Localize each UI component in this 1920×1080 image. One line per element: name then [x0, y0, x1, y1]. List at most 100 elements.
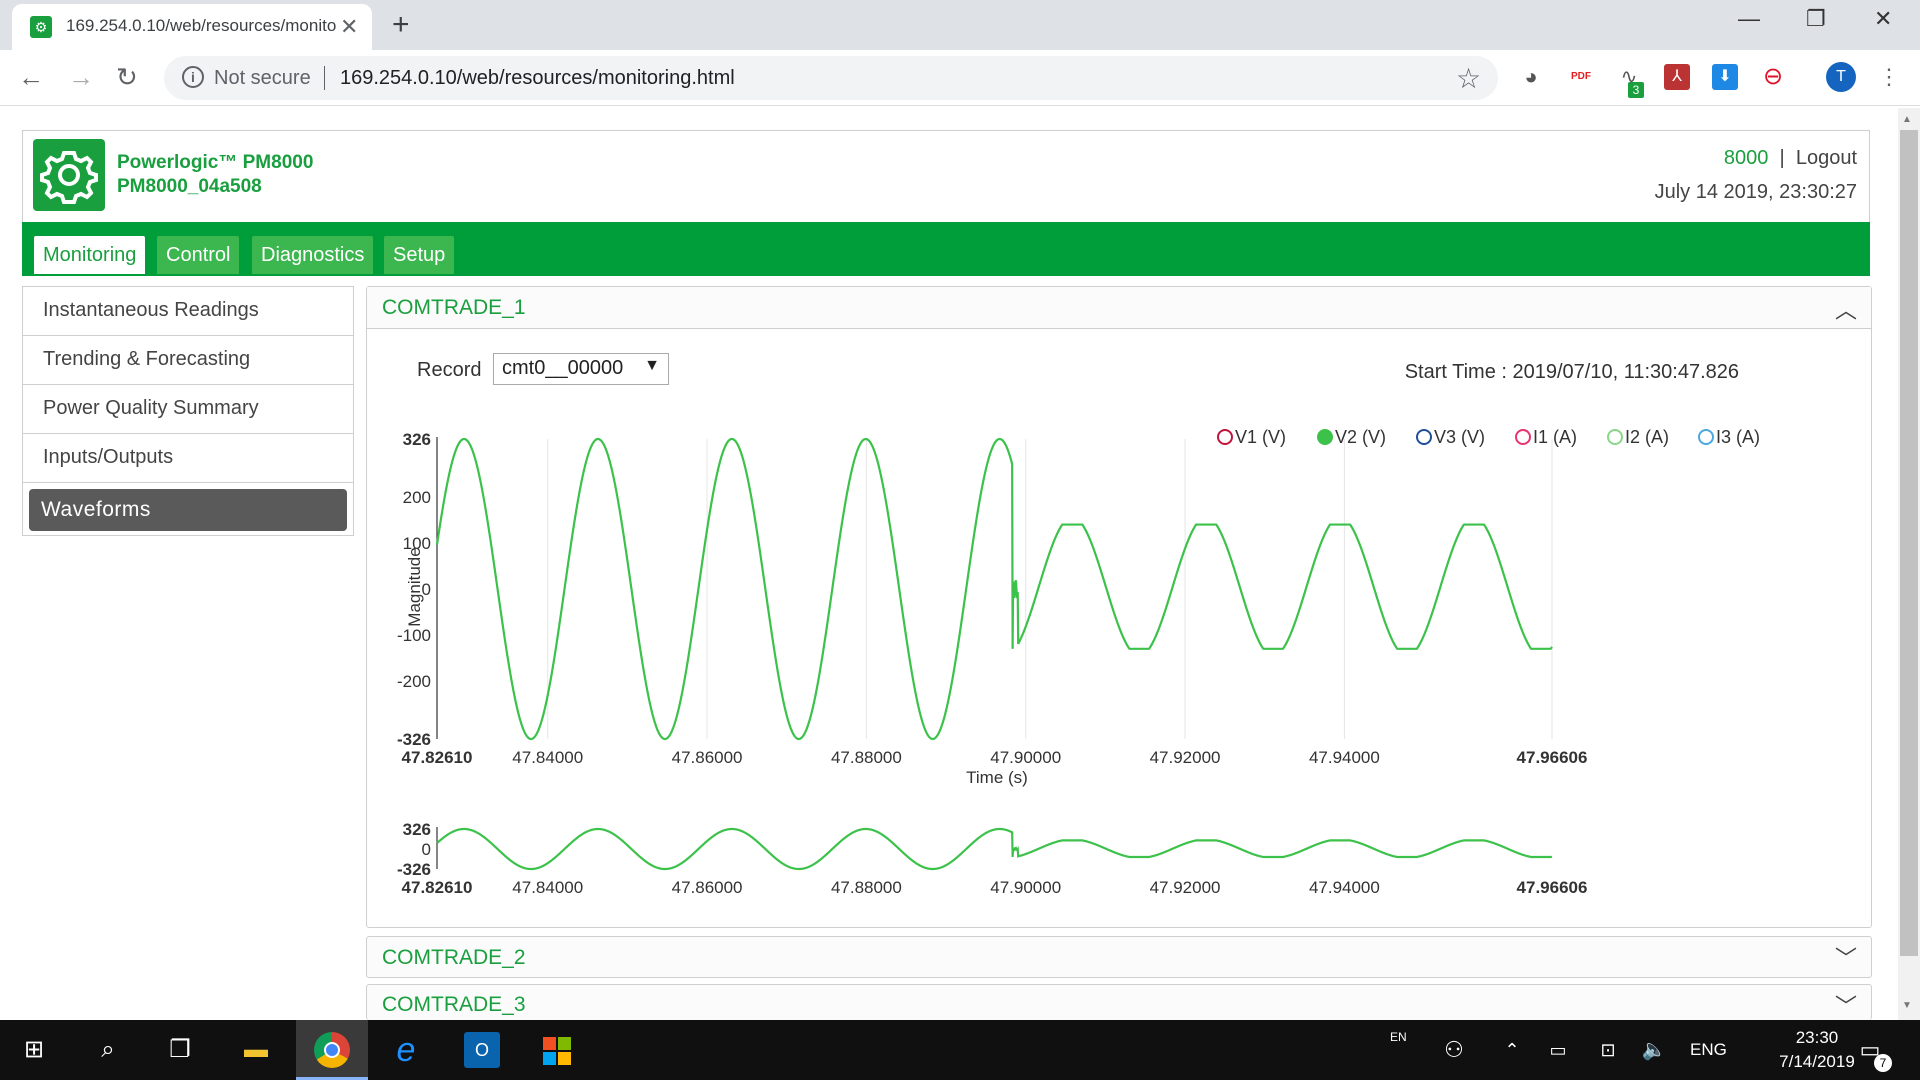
- product-info: Powerlogic™ PM8000 PM8000_04a508: [117, 151, 313, 199]
- chrome-taskbar-item[interactable]: [296, 1020, 368, 1080]
- address-bar[interactable]: i Not secure 169.254.0.10/web/resources/…: [164, 56, 1498, 100]
- panel-2-title: COMTRADE_2: [382, 946, 526, 969]
- restore-icon[interactable]: ❐: [1806, 6, 1826, 32]
- input-language-small[interactable]: EN: [1390, 1030, 1407, 1044]
- edge-ie-icon[interactable]: e: [388, 1032, 424, 1068]
- menu-kebab-icon[interactable]: ⋮: [1876, 64, 1902, 90]
- navigator-x-tick-label: 47.88000: [831, 878, 902, 897]
- main-x-tick-label: 47.92000: [1150, 748, 1221, 767]
- language-indicator[interactable]: ENG: [1690, 1040, 1727, 1060]
- acrobat-extension-icon[interactable]: ⅄: [1664, 64, 1690, 90]
- volume-icon[interactable]: 🔈: [1636, 1032, 1672, 1068]
- chrome-icon: [314, 1032, 350, 1068]
- sidebar-item-trending-forecasting[interactable]: Trending & Forecasting: [23, 336, 353, 385]
- navigator-x-tick-label: 47.92000: [1150, 878, 1221, 897]
- main-x-tick-label: 47.86000: [672, 748, 743, 767]
- scroll-down-icon[interactable]: ▼: [1902, 1000, 1912, 1011]
- user-separator: |: [1779, 147, 1785, 169]
- navigator-y-tick-label: 326: [403, 820, 431, 839]
- x-axis-title: Time (s): [966, 768, 1028, 787]
- minimize-icon[interactable]: —: [1738, 6, 1760, 32]
- tab-monitoring[interactable]: Monitoring: [34, 236, 146, 274]
- scroll-up-icon[interactable]: ▲: [1902, 114, 1912, 125]
- page-content: Powerlogic™ PM8000 PM8000_04a508 8000 | …: [22, 130, 1872, 1020]
- url-text[interactable]: 169.254.0.10/web/resources/monitoring.ht…: [340, 67, 735, 90]
- sidebar: Instantaneous Readings Trending & Foreca…: [22, 286, 354, 536]
- back-icon[interactable]: ←: [18, 62, 44, 93]
- omnibox-separator: [324, 66, 325, 90]
- browser-toolbar: ← → ↻ i Not secure 169.254.0.10/web/reso…: [0, 50, 1920, 106]
- extension-badge: 3: [1628, 82, 1644, 98]
- sidebar-item-instantaneous-readings[interactable]: Instantaneous Readings: [23, 287, 353, 336]
- device-datetime: July 14 2019, 23:30:27: [1654, 181, 1857, 203]
- main-x-tick-label: 47.96606: [1517, 748, 1588, 767]
- network-icon[interactable]: ⊡: [1590, 1032, 1626, 1068]
- browser-tab-strip: ⚙ 169.254.0.10/web/resources/monitoring.…: [0, 0, 1920, 50]
- main-y-tick-label: -326: [397, 730, 431, 749]
- red-extension-icon[interactable]: ⊖: [1760, 64, 1786, 90]
- navigator-x-tick-label: 47.84000: [512, 878, 583, 897]
- browser-tab[interactable]: ⚙ 169.254.0.10/web/resources/monitoring.…: [12, 4, 372, 50]
- new-tab-icon[interactable]: +: [392, 8, 410, 42]
- file-explorer-icon[interactable]: ▬: [238, 1032, 274, 1068]
- navigator-x-tick-label: 47.82610: [402, 878, 473, 897]
- tab-setup[interactable]: Setup: [384, 236, 455, 274]
- navigator-x-tick-label: 47.94000: [1309, 878, 1380, 897]
- task-view-icon[interactable]: ❐: [162, 1032, 198, 1068]
- pdf-extension-icon[interactable]: PDF: [1568, 64, 1594, 90]
- scrollbar-thumb[interactable]: [1900, 130, 1918, 956]
- chevron-up-tray-icon[interactable]: ⌃: [1494, 1032, 1530, 1068]
- navigator-y-tick-label: 0: [422, 840, 431, 859]
- chevron-down-icon[interactable]: ﹀: [1835, 941, 1857, 973]
- profile-avatar[interactable]: T: [1826, 62, 1856, 92]
- main-x-tick-label: 47.82610: [402, 748, 473, 767]
- outlook-icon[interactable]: O: [464, 1032, 500, 1068]
- main-y-tick-label: -100: [397, 626, 431, 645]
- user-area: 8000 | Logout July 14 2019, 23:30:27: [1655, 141, 1857, 209]
- windows-start-icon[interactable]: ⊞: [16, 1032, 52, 1068]
- reload-icon[interactable]: ↻: [116, 62, 138, 93]
- navigator-y-tick-label: -326: [397, 860, 431, 879]
- windows-taskbar: ⊞ ⌕ ❐ ▬ e O EN ⚇ ⌃ ▭ ⊡ 🔈 ENG 23:30 7/14/…: [0, 1020, 1920, 1080]
- battery-icon[interactable]: ▭: [1540, 1032, 1576, 1068]
- tab-diagnostics[interactable]: Diagnostics: [252, 236, 374, 274]
- bookmark-star-icon[interactable]: ☆: [1456, 62, 1481, 95]
- comtrade-2-panel[interactable]: COMTRADE_2 ﹀: [366, 936, 1872, 978]
- y-axis-title: Magnitude: [405, 547, 424, 626]
- main-y-tick-label: -200: [397, 672, 431, 691]
- search-icon[interactable]: ⌕: [90, 1032, 126, 1068]
- not-secure-label: Not secure: [214, 67, 311, 89]
- device-header: Powerlogic™ PM8000 PM8000_04a508 8000 | …: [22, 130, 1870, 222]
- download-extension-icon[interactable]: ⬇: [1712, 64, 1738, 90]
- user-link[interactable]: 8000: [1724, 147, 1769, 169]
- info-icon[interactable]: i: [182, 66, 204, 88]
- comtrade-panel: COMTRADE_1 ︿ Record cmt0__00000 ▼ Start …: [366, 286, 1872, 928]
- sidebar-item-waveforms[interactable]: Waveforms: [29, 489, 347, 531]
- main-x-tick-label: 47.84000: [512, 748, 583, 767]
- people-icon[interactable]: ⚇: [1436, 1032, 1472, 1068]
- navigator-x-tick-label: 47.90000: [990, 878, 1061, 897]
- page-scrollbar[interactable]: ▲ ▼: [1898, 108, 1920, 1020]
- product-name: Powerlogic™ PM8000: [117, 152, 314, 173]
- sidebar-item-power-quality-summary[interactable]: Power Quality Summary: [23, 385, 353, 434]
- waveform-chart[interactable]: 3262001000-100-200-32647.82610 47.84000 47…: [367, 287, 1871, 927]
- navigator-series-v2-line: [436, 827, 1553, 871]
- forward-icon[interactable]: →: [68, 62, 94, 93]
- main-x-tick-label: 47.94000: [1309, 748, 1380, 767]
- comtrade-3-panel[interactable]: COMTRADE_3 ﹀: [366, 984, 1872, 1020]
- close-window-icon[interactable]: ✕: [1874, 6, 1892, 32]
- main-y-tick-label: 200: [403, 488, 431, 507]
- notifications-count: 7: [1874, 1054, 1892, 1072]
- store-icon[interactable]: [538, 1032, 574, 1068]
- chevron-down-icon[interactable]: ﹀: [1835, 989, 1857, 1021]
- extension-circle-icon[interactable]: ◕: [1518, 64, 1544, 90]
- sidebar-item-inputs-outputs[interactable]: Inputs/Outputs: [23, 434, 353, 483]
- close-tab-icon[interactable]: ✕: [340, 14, 358, 40]
- tab-control[interactable]: Control: [157, 236, 240, 274]
- main-x-tick-label: 47.88000: [831, 748, 902, 767]
- main-nav: Monitoring Control Diagnostics Setup: [22, 222, 1870, 276]
- panel-3-title: COMTRADE_3: [382, 993, 526, 1016]
- main-series-v2-line: [435, 437, 1553, 741]
- navigator-x-tick-label: 47.96606: [1517, 878, 1588, 897]
- logout-link[interactable]: Logout: [1796, 147, 1857, 169]
